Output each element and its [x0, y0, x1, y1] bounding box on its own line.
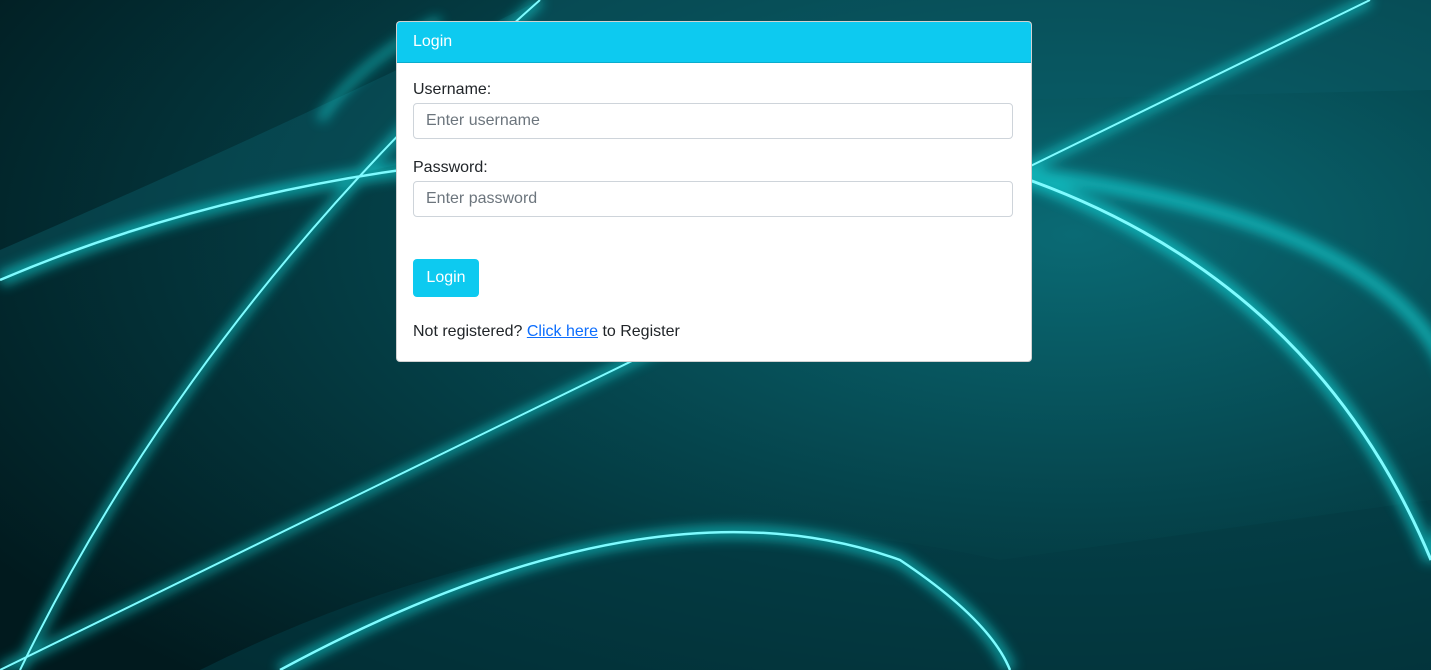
register-prefix: Not registered? [413, 323, 523, 340]
login-card: Login Username: Password: Login Not regi… [396, 21, 1032, 362]
card-header: Login [397, 22, 1031, 63]
username-label: Username: [413, 81, 492, 98]
login-button[interactable]: Login [413, 259, 479, 297]
register-prompt: Not registered? Click here to Register [413, 323, 680, 341]
username-input[interactable] [413, 103, 1013, 139]
card-title: Login [413, 33, 453, 50]
register-suffix: to Register [602, 323, 680, 340]
register-link[interactable]: Click here [527, 323, 598, 340]
password-input[interactable] [413, 181, 1013, 217]
password-label: Password: [413, 159, 488, 176]
